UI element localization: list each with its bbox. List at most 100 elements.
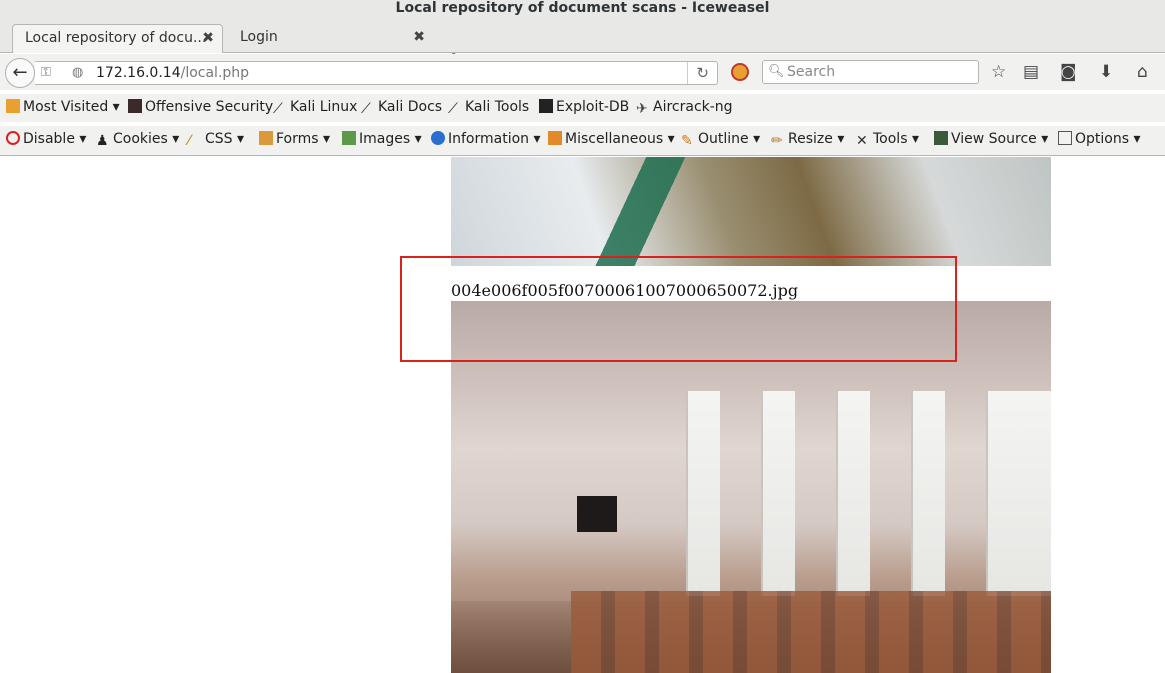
url-bar[interactable]: ⚿ ◍ 172.16.0.14/local.php ↻ [35,61,718,85]
chevron-down-icon: ▾ [667,131,675,147]
images-icon [342,131,356,145]
bookmarks-toolbar: Most Visited ▾ Offensive Security ⟋ Kali … [0,94,1165,122]
pocket-icon[interactable]: ◙ [1060,62,1077,82]
webdev-css[interactable]: ⁄ CSS ▾ [188,131,245,149]
close-tab-icon[interactable]: ✖ [202,25,214,52]
menu-label: Disable [23,131,75,147]
misc-icon [548,131,562,145]
chevron-down-icon: ▾ [79,131,87,147]
reload-icon[interactable]: ↻ [687,62,709,84]
menu-label: Resize [788,131,833,147]
css-wand-icon: ⁄ [188,133,191,149]
kali-dragon-icon: ⟋ [448,101,458,117]
bookmark-label: Kali Tools [465,99,530,115]
back-arrow-icon: ← [12,62,28,83]
webdev-view-source[interactable]: View Source ▾ [934,131,1048,147]
home-icon[interactable]: ⌂ [1137,62,1148,82]
page-content: 004e006f005f00700061007000650072.jpg [0,157,1165,673]
webdev-forms[interactable]: Forms ▾ [259,131,330,147]
bookmark-label: Offensive Security [145,99,274,115]
menu-label: Options [1075,131,1130,147]
url-text: 172.16.0.14/local.php [96,62,249,84]
menu-label: View Source [951,131,1037,147]
web-developer-toolbar: Disable ▾ ♟ Cookies ▾ ⁄ CSS ▾ Forms ▾ Imag… [0,126,1165,156]
url-host: 172.16.0.14 [96,65,181,81]
webdev-information[interactable]: Information ▾ [431,131,541,147]
bookmark-kali-linux[interactable]: ⟋ Kali Linux [273,99,358,117]
chevron-down-icon: ▾ [837,131,845,147]
downloads-icon[interactable]: ⬇ [1099,62,1113,82]
chevron-down-icon: ▾ [753,131,761,147]
bookmarks-menu-icon[interactable]: ▤ [1023,62,1039,82]
webdev-resize[interactable]: ✏ Resize ▾ [771,131,845,149]
bookmark-kali-tools[interactable]: ⟋ Kali Tools [448,99,530,117]
scan-filename: 004e006f005f00700061007000650072.jpg [451,281,799,300]
chevron-down-icon: ▾ [414,131,422,147]
back-button[interactable]: ← [5,58,35,88]
webdev-cookies[interactable]: ♟ Cookies ▾ [96,131,179,149]
scan-image-dining-hall [451,301,1051,673]
window-curtain [761,391,795,596]
tab-label: Local repository of docu... [25,30,207,46]
bookmark-offensive-security[interactable]: Offensive Security [128,99,273,115]
webdev-images[interactable]: Images ▾ [342,131,422,147]
chevron-down-icon: ▾ [911,131,919,147]
options-icon [1058,131,1072,145]
antenna-icon: ✈ [636,101,648,117]
menu-label: Forms [276,131,319,147]
offsec-icon [128,99,142,113]
info-icon [431,131,445,145]
kali-dragon-icon: ⟋ [273,101,283,117]
menu-label: Outline [698,131,749,147]
menu-label: Cookies [113,131,168,147]
folder-icon [6,99,20,113]
bookmark-most-visited[interactable]: Most Visited ▾ [6,99,120,115]
menu-label: Information [448,131,530,147]
bookmark-label: Kali Linux [290,99,358,115]
chevron-down-icon: ▾ [533,131,541,147]
window-curtain [911,391,945,596]
forms-icon [259,131,273,145]
cookies-icon: ♟ [96,133,109,149]
tab-local-repository[interactable]: Local repository of docu... ✖ [12,24,223,53]
window-curtain [986,391,1051,596]
tab-login[interactable]: Login ✖ [228,24,433,53]
webdev-miscellaneous[interactable]: Miscellaneous ▾ [548,131,675,147]
menu-label: Images [359,131,411,147]
tab-strip: Local repository of docu... ✖ Login ✖ ✚ [0,22,1165,69]
tab-label: Login [240,29,278,45]
window-title: Local repository of document scans - Ice… [395,0,770,16]
chevron-down-icon: ▾ [237,131,245,147]
scan-image-aerial [451,157,1051,266]
window-curtain [836,391,870,596]
search-placeholder: Search [787,64,836,80]
url-path: /local.php [180,65,250,81]
globe-icon[interactable]: ◍ [72,62,83,84]
search-input[interactable]: 🔍︎ Search [762,60,979,84]
menu-label: Tools [873,131,908,147]
window-titlebar: Local repository of document scans - Ice… [0,0,1165,22]
pencil-icon: ✎ [681,133,693,149]
webdev-tools[interactable]: ✕ Tools ▾ [856,131,919,149]
bookmark-label: Exploit-DB [556,99,630,115]
bookmark-label: Most Visited [23,99,109,115]
dining-tables [571,591,1051,673]
kali-dragon-icon: ⟋ [361,101,371,117]
bookmark-aircrack-ng[interactable]: ✈ Aircrack-ng [636,99,733,117]
bookmark-star-icon[interactable]: ☆ [991,62,1006,82]
webdev-disable[interactable]: Disable ▾ [6,131,86,147]
noscript-icon[interactable] [731,63,749,81]
bookmark-exploit-db[interactable]: Exploit-DB [539,99,629,115]
window-curtain [686,391,720,596]
chevron-down-icon: ▾ [1041,131,1049,147]
view-source-icon [934,131,948,145]
disable-icon [6,131,20,145]
webdev-outline[interactable]: ✎ Outline ▾ [681,131,761,149]
bookmark-kali-docs[interactable]: ⟋ Kali Docs [361,99,442,117]
chevron-down-icon: ▾ [1133,131,1141,147]
navigation-bar: ← ⚿ ◍ 172.16.0.14/local.php ↻ 🔍︎ Search … [0,54,1165,90]
key-icon[interactable]: ⚿ [41,62,51,84]
webdev-options[interactable]: Options ▾ [1058,131,1141,147]
ruler-icon: ✏ [771,133,783,149]
close-tab-icon[interactable]: ✖ [413,24,425,51]
